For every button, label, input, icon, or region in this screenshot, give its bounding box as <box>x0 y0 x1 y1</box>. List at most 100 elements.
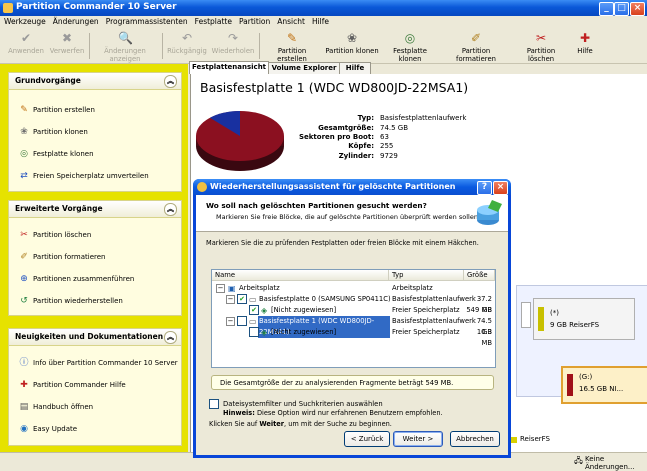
apply-button[interactable]: ✔ Anwenden <box>6 31 46 61</box>
menu-werkzeuge[interactable]: Werkzeuge <box>0 16 49 26</box>
prop-cylinders-label: Zylinder: <box>338 152 374 160</box>
tab-disk-view[interactable]: Festplattenansicht <box>189 61 269 74</box>
menu-programmassistenten[interactable]: Programmassistenten <box>102 16 191 26</box>
prop-heads-value: 255 <box>380 142 394 150</box>
task-redistribute-space[interactable]: ⇄ Freien Speicherplatz umverteilen <box>19 170 148 182</box>
prop-type-value: Basisfestplattenlaufwerk <box>380 114 467 122</box>
undo-button[interactable]: ↶ Rückgängig <box>166 31 208 61</box>
dialog-subtext: Markieren Sie freie Blöcke, die auf gelö… <box>216 213 481 221</box>
brush-icon: ✐ <box>470 31 482 45</box>
disk0-checkbox[interactable]: ✔ <box>237 294 247 304</box>
group-header[interactable]: Grundvorgänge ︽ <box>9 73 181 90</box>
menu-festplatte[interactable]: Festplatte <box>191 16 235 26</box>
column-type[interactable]: Typ <box>389 270 464 281</box>
row-type: Basisfestplattenlaufwerk <box>392 317 476 325</box>
tree-row-workstation[interactable]: − ▣ Arbeitsplatz Arbeitsplatz <box>212 283 495 294</box>
show-changes-button[interactable]: 🔍 Änderungen anzeigen <box>90 31 160 63</box>
collapse-icon[interactable]: ︽ <box>164 75 177 88</box>
menu-partition[interactable]: Partition <box>235 16 273 26</box>
dialog-title-bar: Wiederherstellungsassistent für gelöscht… <box>193 179 511 195</box>
link-help[interactable]: ✚ Partition Commander Hilfe <box>19 379 126 391</box>
redistribute-icon: ⇄ <box>20 171 28 181</box>
menu-aenderungen[interactable]: Änderungen <box>49 16 102 26</box>
format-partition-button[interactable]: ✐ Partition formatieren <box>443 31 509 63</box>
tree-row-disk1[interactable]: − ▭ Basisfestplatte 1 (WDC WD800JD-22MSA… <box>212 316 495 338</box>
disk1-checkbox[interactable] <box>237 316 247 326</box>
group-header[interactable]: Neuigkeiten und Dokumentationen ︽ <box>9 329 181 346</box>
discard-button[interactable]: ✖ Verwerfen <box>46 31 88 61</box>
collapse-icon[interactable]: ︽ <box>164 331 177 344</box>
status-text: Keine Änderungen... <box>585 455 635 471</box>
task-create-partition[interactable]: ✎ Partition erstellen <box>19 104 95 116</box>
delete-icon: ✂ <box>20 230 28 240</box>
tab-help[interactable]: Hilfe <box>339 62 371 74</box>
harddisk-icon: ▭ <box>249 317 257 326</box>
unallocated-checkbox[interactable] <box>249 327 259 337</box>
partition-reiserfs[interactable]: (*) 9 GB ReiserFS <box>533 298 635 340</box>
back-button[interactable]: < Zurück <box>344 431 390 447</box>
group-header[interactable]: Erweiterte Vorgänge ︽ <box>9 201 181 218</box>
row-size: 10.3 MB <box>476 328 492 347</box>
prop-type-label: Typ: <box>357 114 374 122</box>
fs-filter-option[interactable]: Dateisystemfilter und Suchkriterien ausw… <box>209 399 383 409</box>
partition-size: 16.5 GB NI... <box>579 385 624 393</box>
row-size: 549 MB <box>466 306 492 314</box>
brush-icon: ✐ <box>20 252 28 262</box>
tree-row-disk0[interactable]: − ✔ ▭ Basisfestplatte 0 (SAMSUNG SP0411C… <box>212 294 495 314</box>
dialog-body: Wo soll nach gelöschten Partitionen gesu… <box>196 195 508 455</box>
tree-row-unallocated-1[interactable]: ◈ [Nicht zugewiesen] Freier Speicherplat… <box>212 327 495 347</box>
column-name[interactable]: Name <box>212 270 389 281</box>
tab-volume-explorer[interactable]: Volume Explorer <box>268 62 340 74</box>
maximize-button[interactable]: □ <box>614 2 629 16</box>
collapse-icon[interactable]: ︽ <box>164 203 177 216</box>
unallocated-checkbox[interactable]: ✔ <box>249 305 259 315</box>
partition-g[interactable]: (G:) 16.5 GB NI... <box>561 366 647 404</box>
redo-button[interactable]: ↷ Wiederholen <box>210 31 256 61</box>
info-icon: ⓘ <box>19 358 29 368</box>
title-bar: Partition Commander 10 Server _ □ × <box>0 0 647 16</box>
task-format-partition[interactable]: ✐ Partition formatieren <box>19 251 105 263</box>
clone-partition-button[interactable]: ❀ Partition klonen <box>325 31 379 61</box>
tree-row-unallocated-0[interactable]: ✔ ◈ [Nicht zugewiesen] Freier Speicherpl… <box>212 305 495 316</box>
partition-block[interactable] <box>521 302 531 328</box>
task-merge-partitions[interactable]: ⊕ Partitionen zusammenführen <box>19 273 134 285</box>
link-manual[interactable]: ▤ Handbuch öffnen <box>19 401 93 413</box>
collapse-toggle[interactable]: − <box>226 294 235 304</box>
prop-sectors-value: 63 <box>380 133 389 141</box>
dialog-help-button[interactable]: ? <box>477 181 492 195</box>
toolbar-separator <box>162 33 163 59</box>
toolbar: ✔ Anwenden ✖ Verwerfen 🔍 Änderungen anzeige… <box>0 29 647 64</box>
next-button[interactable]: Weiter > <box>393 431 443 447</box>
wand-icon: ✎ <box>286 31 298 45</box>
minimize-button[interactable]: _ <box>599 2 614 16</box>
link-easy-update[interactable]: ◉ Easy Update <box>19 423 77 435</box>
help-button[interactable]: ✚ Hilfe <box>574 31 596 61</box>
computer-icon: ▣ <box>228 284 236 293</box>
advanced-operations-group: Erweiterte Vorgänge ︽ ✂ Partition löschen … <box>8 200 182 316</box>
disk-icon: ◎ <box>404 31 416 45</box>
create-partition-button[interactable]: ✎ Partition erstellen <box>262 31 322 63</box>
disk-title: Basisfestplatte 1 (WDC WD800JD-22MSA1) <box>200 80 469 95</box>
clone-disk-button[interactable]: ◎ Festplatte klonen <box>382 31 438 63</box>
help-icon: ✚ <box>20 380 28 390</box>
menu-hilfe[interactable]: Hilfe <box>308 16 332 26</box>
disk-map: (*) 9 GB ReiserFS (G:) 16.5 GB NI... <box>516 285 647 404</box>
task-restore-partition[interactable]: ↺ Partition wiederherstellen <box>19 295 123 307</box>
partition-label: (*) <box>550 309 559 317</box>
cancel-button[interactable]: Abbrechen <box>450 431 500 447</box>
free-space-icon: ◈ <box>261 306 268 315</box>
fs-filter-checkbox[interactable] <box>209 399 219 409</box>
close-button[interactable]: × <box>630 2 645 16</box>
collapse-toggle[interactable]: − <box>216 283 225 293</box>
dialog-close-button[interactable]: × <box>493 181 508 195</box>
task-delete-partition[interactable]: ✂ Partition löschen <box>19 229 91 241</box>
task-clone-partition[interactable]: ❀ Partition klonen <box>19 126 88 138</box>
link-about[interactable]: ⓘ Info über Partition Commander 10 Server <box>19 357 177 369</box>
menu-ansicht[interactable]: Ansicht <box>273 16 308 26</box>
task-clone-disk[interactable]: ◎ Festplatte klonen <box>19 148 93 160</box>
prop-size-label: Gesamtgröße: <box>318 124 374 132</box>
collapse-toggle[interactable]: − <box>226 316 235 326</box>
column-size[interactable]: Größe <box>464 270 495 281</box>
dialog-question: Wo soll nach gelöschten Partitionen gesu… <box>206 201 427 210</box>
delete-partition-button[interactable]: ✂ Partition löschen <box>513 31 569 63</box>
